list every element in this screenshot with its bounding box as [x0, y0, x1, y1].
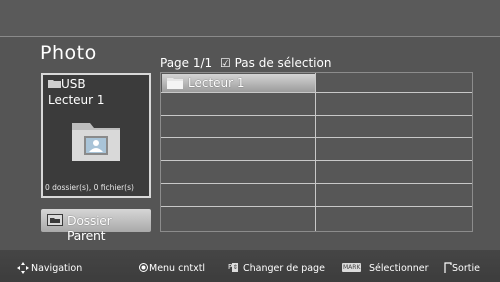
grid-cell-empty[interactable]: [162, 93, 315, 115]
selection-status-label: Pas de sélection: [234, 56, 332, 70]
grid-divider: [161, 183, 472, 184]
grid-divider: [161, 115, 472, 116]
page-title: Photo: [40, 42, 97, 64]
selection-status: ☑ Pas de sélection: [220, 56, 331, 70]
ok-button-icon: [139, 263, 148, 272]
parent-folder-button[interactable]: Dossier Parent: [41, 209, 151, 243]
drive-label: Lecteur 1: [48, 93, 105, 107]
page-indicator: Page 1/1: [160, 56, 213, 70]
grid-divider: [161, 160, 472, 161]
footer-select: Sélectionner: [369, 263, 429, 274]
parent-folder-label: Dossier Parent: [67, 213, 112, 243]
grid-divider: [161, 206, 472, 207]
grid-divider: [161, 137, 472, 138]
grid-item-label: Lecteur 1: [188, 76, 245, 90]
checkbox-icon: ☑: [220, 56, 231, 70]
grid-cell-empty[interactable]: [316, 93, 472, 115]
navigation-arrows-icon: [17, 262, 29, 274]
parent-folder-icon: [47, 214, 63, 226]
footer-context-menu: Menu cntxtl: [149, 263, 206, 274]
grid-item-lecteur-1[interactable]: Lecteur 1: [162, 74, 315, 92]
file-grid: Lecteur 1: [160, 72, 473, 232]
grid-cell-empty[interactable]: [316, 74, 472, 92]
exit-key-icon: [444, 262, 452, 273]
folder-picture-icon: [68, 119, 124, 163]
mark-key-icon: MARK: [342, 263, 362, 272]
footer-navigation: Navigation: [31, 263, 83, 274]
usb-folder-icon: [48, 80, 61, 88]
page-key-icon: P⇕: [228, 263, 239, 272]
footer-bar: Navigation Menu cntxtl P⇕ Changer de pag…: [0, 250, 500, 282]
device-label-row: USB: [48, 78, 86, 91]
footer-change-page: Changer de page: [243, 263, 325, 274]
photo-browser-screen: Photo Page 1/1 ☑ Pas de sélection USB Le…: [0, 0, 500, 282]
source-device-panel[interactable]: USB Lecteur 1 0 dossier(s), 0 fichier(s): [41, 73, 151, 198]
footer-exit: Sortie: [452, 263, 480, 274]
item-count: 0 dossier(s), 0 fichier(s): [45, 183, 134, 192]
folder-icon: [167, 78, 183, 89]
page-updown-icon: ⇕: [232, 263, 239, 272]
device-label: USB: [61, 77, 86, 91]
top-divider: [0, 36, 500, 37]
